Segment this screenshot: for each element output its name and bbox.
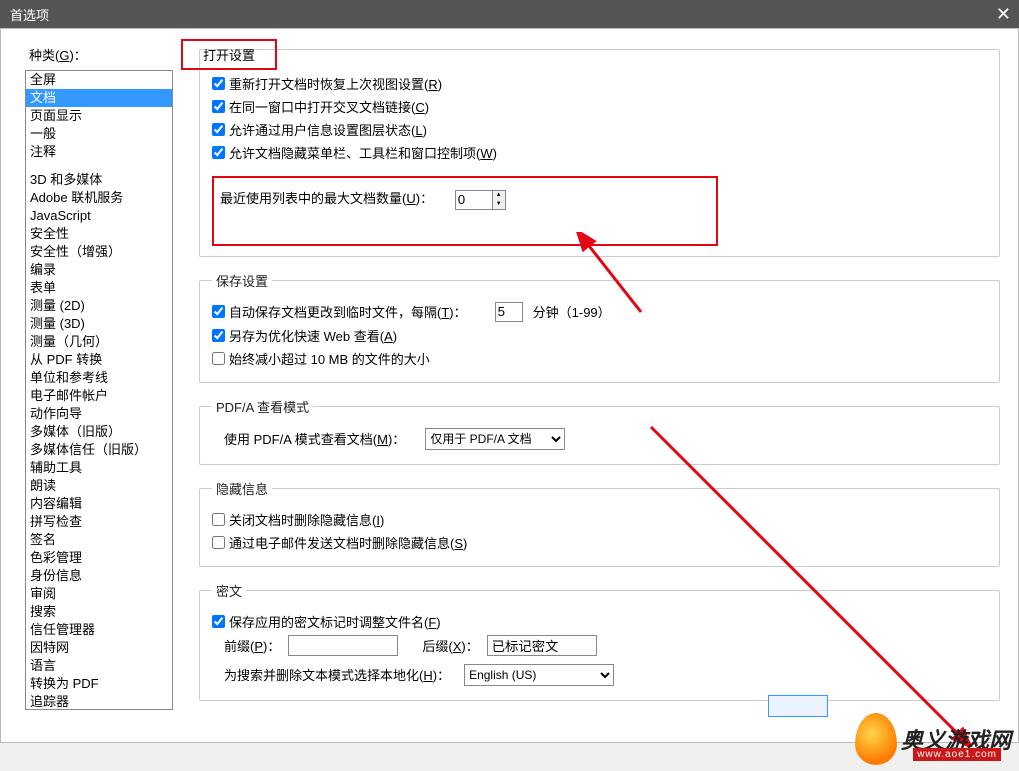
prefix-label: 前缀(P)： bbox=[224, 636, 280, 655]
layer-state-checkbox[interactable]: 允许通过用户信息设置图层状态(L) bbox=[212, 120, 427, 139]
category-item[interactable]: 页面显示 bbox=[26, 107, 172, 125]
save-settings-legend: 保存设置 bbox=[212, 271, 272, 290]
category-item[interactable]: 多媒体（旧版） bbox=[26, 423, 172, 441]
pdfa-group: PDF/A 查看模式 使用 PDF/A 模式查看文档(M)： 仅用于 PDF/A… bbox=[199, 397, 1000, 465]
category-item[interactable]: 一般 bbox=[26, 125, 172, 143]
category-item[interactable]: 搜索 bbox=[26, 603, 172, 621]
category-item[interactable]: 编录 bbox=[26, 261, 172, 279]
category-item[interactable]: 身份信息 bbox=[26, 567, 172, 585]
category-item[interactable]: 语言 bbox=[26, 657, 172, 675]
dialog-body: 种类(G)： 全屏文档页面显示一般注释 3D 和多媒体Adobe 联机服务Java… bbox=[0, 28, 1019, 743]
category-item[interactable]: 测量 (3D) bbox=[26, 315, 172, 333]
category-item[interactable]: 因特网 bbox=[26, 639, 172, 657]
same-window-links-checkbox[interactable]: 在同一窗口中打开交叉文档链接(C) bbox=[212, 97, 429, 116]
recent-docs-highlight: 最近使用列表中的最大文档数量(U)： ▲▼ bbox=[212, 176, 718, 246]
prefix-input[interactable] bbox=[288, 635, 398, 656]
autosave-minutes-label: 分钟（1-99） bbox=[533, 302, 611, 321]
category-item[interactable]: 注释 bbox=[26, 143, 172, 161]
category-item[interactable]: 从 PDF 转换 bbox=[26, 351, 172, 369]
redaction-group: 密文 保存应用的密文标记时调整文件名(F) 前缀(P)： 后缀(X)： 为搜索并… bbox=[199, 581, 1000, 701]
category-item[interactable]: 3D 和多媒体 bbox=[26, 171, 172, 189]
category-item[interactable]: 单位和参考线 bbox=[26, 369, 172, 387]
titlebar: 首选项 ✕ bbox=[0, 0, 1019, 28]
category-item[interactable]: 拼写检查 bbox=[26, 513, 172, 531]
category-item[interactable]: 审阅 bbox=[26, 585, 172, 603]
watermark-logo-icon bbox=[855, 713, 897, 765]
category-item[interactable]: 信任管理器 bbox=[26, 621, 172, 639]
fast-web-view-checkbox[interactable]: 另存为优化快速 Web 查看(A) bbox=[212, 326, 397, 345]
remove-hidden-on-close-checkbox[interactable]: 关闭文档时删除隐藏信息(I) bbox=[212, 510, 384, 529]
redaction-legend: 密文 bbox=[212, 581, 246, 600]
remove-hidden-on-email-checkbox[interactable]: 通过电子邮件发送文档时删除隐藏信息(S) bbox=[212, 533, 467, 552]
close-icon[interactable]: ✕ bbox=[996, 4, 1011, 25]
recent-docs-spinner[interactable]: ▲▼ bbox=[492, 190, 506, 210]
hidden-info-group: 隐藏信息 关闭文档时删除隐藏信息(I) 通过电子邮件发送文档时删除隐藏信息(S) bbox=[199, 479, 1000, 567]
category-item[interactable]: 电子邮件帐户 bbox=[26, 387, 172, 405]
pdfa-mode-select[interactable]: 仅用于 PDF/A 文档 bbox=[425, 428, 565, 450]
category-item[interactable]: 测量 (2D) bbox=[26, 297, 172, 315]
spinner-up-icon[interactable]: ▲ bbox=[493, 191, 505, 200]
pdfa-legend: PDF/A 查看模式 bbox=[212, 397, 313, 416]
recent-docs-label: 最近使用列表中的最大文档数量(U)： bbox=[220, 191, 433, 206]
locale-select[interactable]: English (US) bbox=[464, 664, 614, 686]
pdfa-mode-label: 使用 PDF/A 模式查看文档(M)： bbox=[224, 429, 405, 448]
category-item[interactable]: 测量（几何） bbox=[26, 333, 172, 351]
category-item[interactable]: 文档 bbox=[26, 89, 172, 107]
hide-menubar-checkbox[interactable]: 允许文档隐藏菜单栏、工具栏和窗口控制项(W) bbox=[212, 143, 497, 162]
suffix-label: 后缀(X)： bbox=[422, 636, 478, 655]
category-item[interactable]: 朗读 bbox=[26, 477, 172, 495]
category-item[interactable]: 签名 bbox=[26, 531, 172, 549]
save-settings-group: 保存设置 自动保存文档更改到临时文件，每隔(T)： 分钟（1-99） 另存为优化… bbox=[199, 271, 1000, 383]
locale-label: 为搜索并删除文本模式选择本地化(H)： bbox=[224, 665, 450, 684]
category-item[interactable]: 转换为 PDF bbox=[26, 675, 172, 693]
category-item[interactable]: 色彩管理 bbox=[26, 549, 172, 567]
category-item[interactable]: 表单 bbox=[26, 279, 172, 297]
adjust-filename-checkbox[interactable]: 保存应用的密文标记时调整文件名(F) bbox=[212, 612, 441, 631]
category-item[interactable]: 辅助工具 bbox=[26, 459, 172, 477]
autosave-interval-input[interactable] bbox=[495, 302, 523, 322]
reduce-size-checkbox[interactable]: 始终减小超过 10 MB 的文件的大小 bbox=[212, 349, 430, 368]
category-item[interactable]: 安全性 bbox=[26, 225, 172, 243]
open-settings-legend: 打开设置 bbox=[203, 48, 255, 63]
category-item[interactable]: 内容编辑 bbox=[26, 495, 172, 513]
partial-button[interactable] bbox=[768, 695, 828, 717]
category-label: 种类(G)： bbox=[29, 45, 181, 64]
category-item[interactable]: Adobe 联机服务 bbox=[26, 189, 172, 207]
open-settings-group: 重新打开文档时恢复上次视图设置(R) 在同一窗口中打开交叉文档链接(C) 允许通… bbox=[199, 49, 1000, 257]
suffix-input[interactable] bbox=[487, 635, 597, 656]
category-item[interactable]: 安全性（增强） bbox=[26, 243, 172, 261]
restore-view-checkbox[interactable]: 重新打开文档时恢复上次视图设置(R) bbox=[212, 74, 442, 93]
watermark-url: www.aoe1.com bbox=[913, 748, 1001, 761]
category-item[interactable]: 多媒体信任（旧版） bbox=[26, 441, 172, 459]
autosave-checkbox[interactable]: 自动保存文档更改到临时文件，每隔(T)： bbox=[212, 302, 467, 321]
hidden-info-legend: 隐藏信息 bbox=[212, 479, 272, 498]
spinner-down-icon[interactable]: ▼ bbox=[493, 200, 505, 209]
open-settings-highlight: 打开设置 bbox=[181, 39, 277, 70]
category-item[interactable]: 全屏 bbox=[26, 71, 172, 89]
recent-docs-input[interactable] bbox=[455, 190, 493, 210]
category-item[interactable]: JavaScript bbox=[26, 207, 172, 225]
category-list[interactable]: 全屏文档页面显示一般注释3D 和多媒体Adobe 联机服务JavaScript安… bbox=[25, 70, 173, 710]
dialog-title: 首选项 bbox=[10, 5, 49, 24]
category-item[interactable]: 动作向导 bbox=[26, 405, 172, 423]
watermark: 奥义游戏网 www.aoe1.com bbox=[855, 713, 1011, 765]
category-item[interactable]: 追踪器 bbox=[26, 693, 172, 710]
